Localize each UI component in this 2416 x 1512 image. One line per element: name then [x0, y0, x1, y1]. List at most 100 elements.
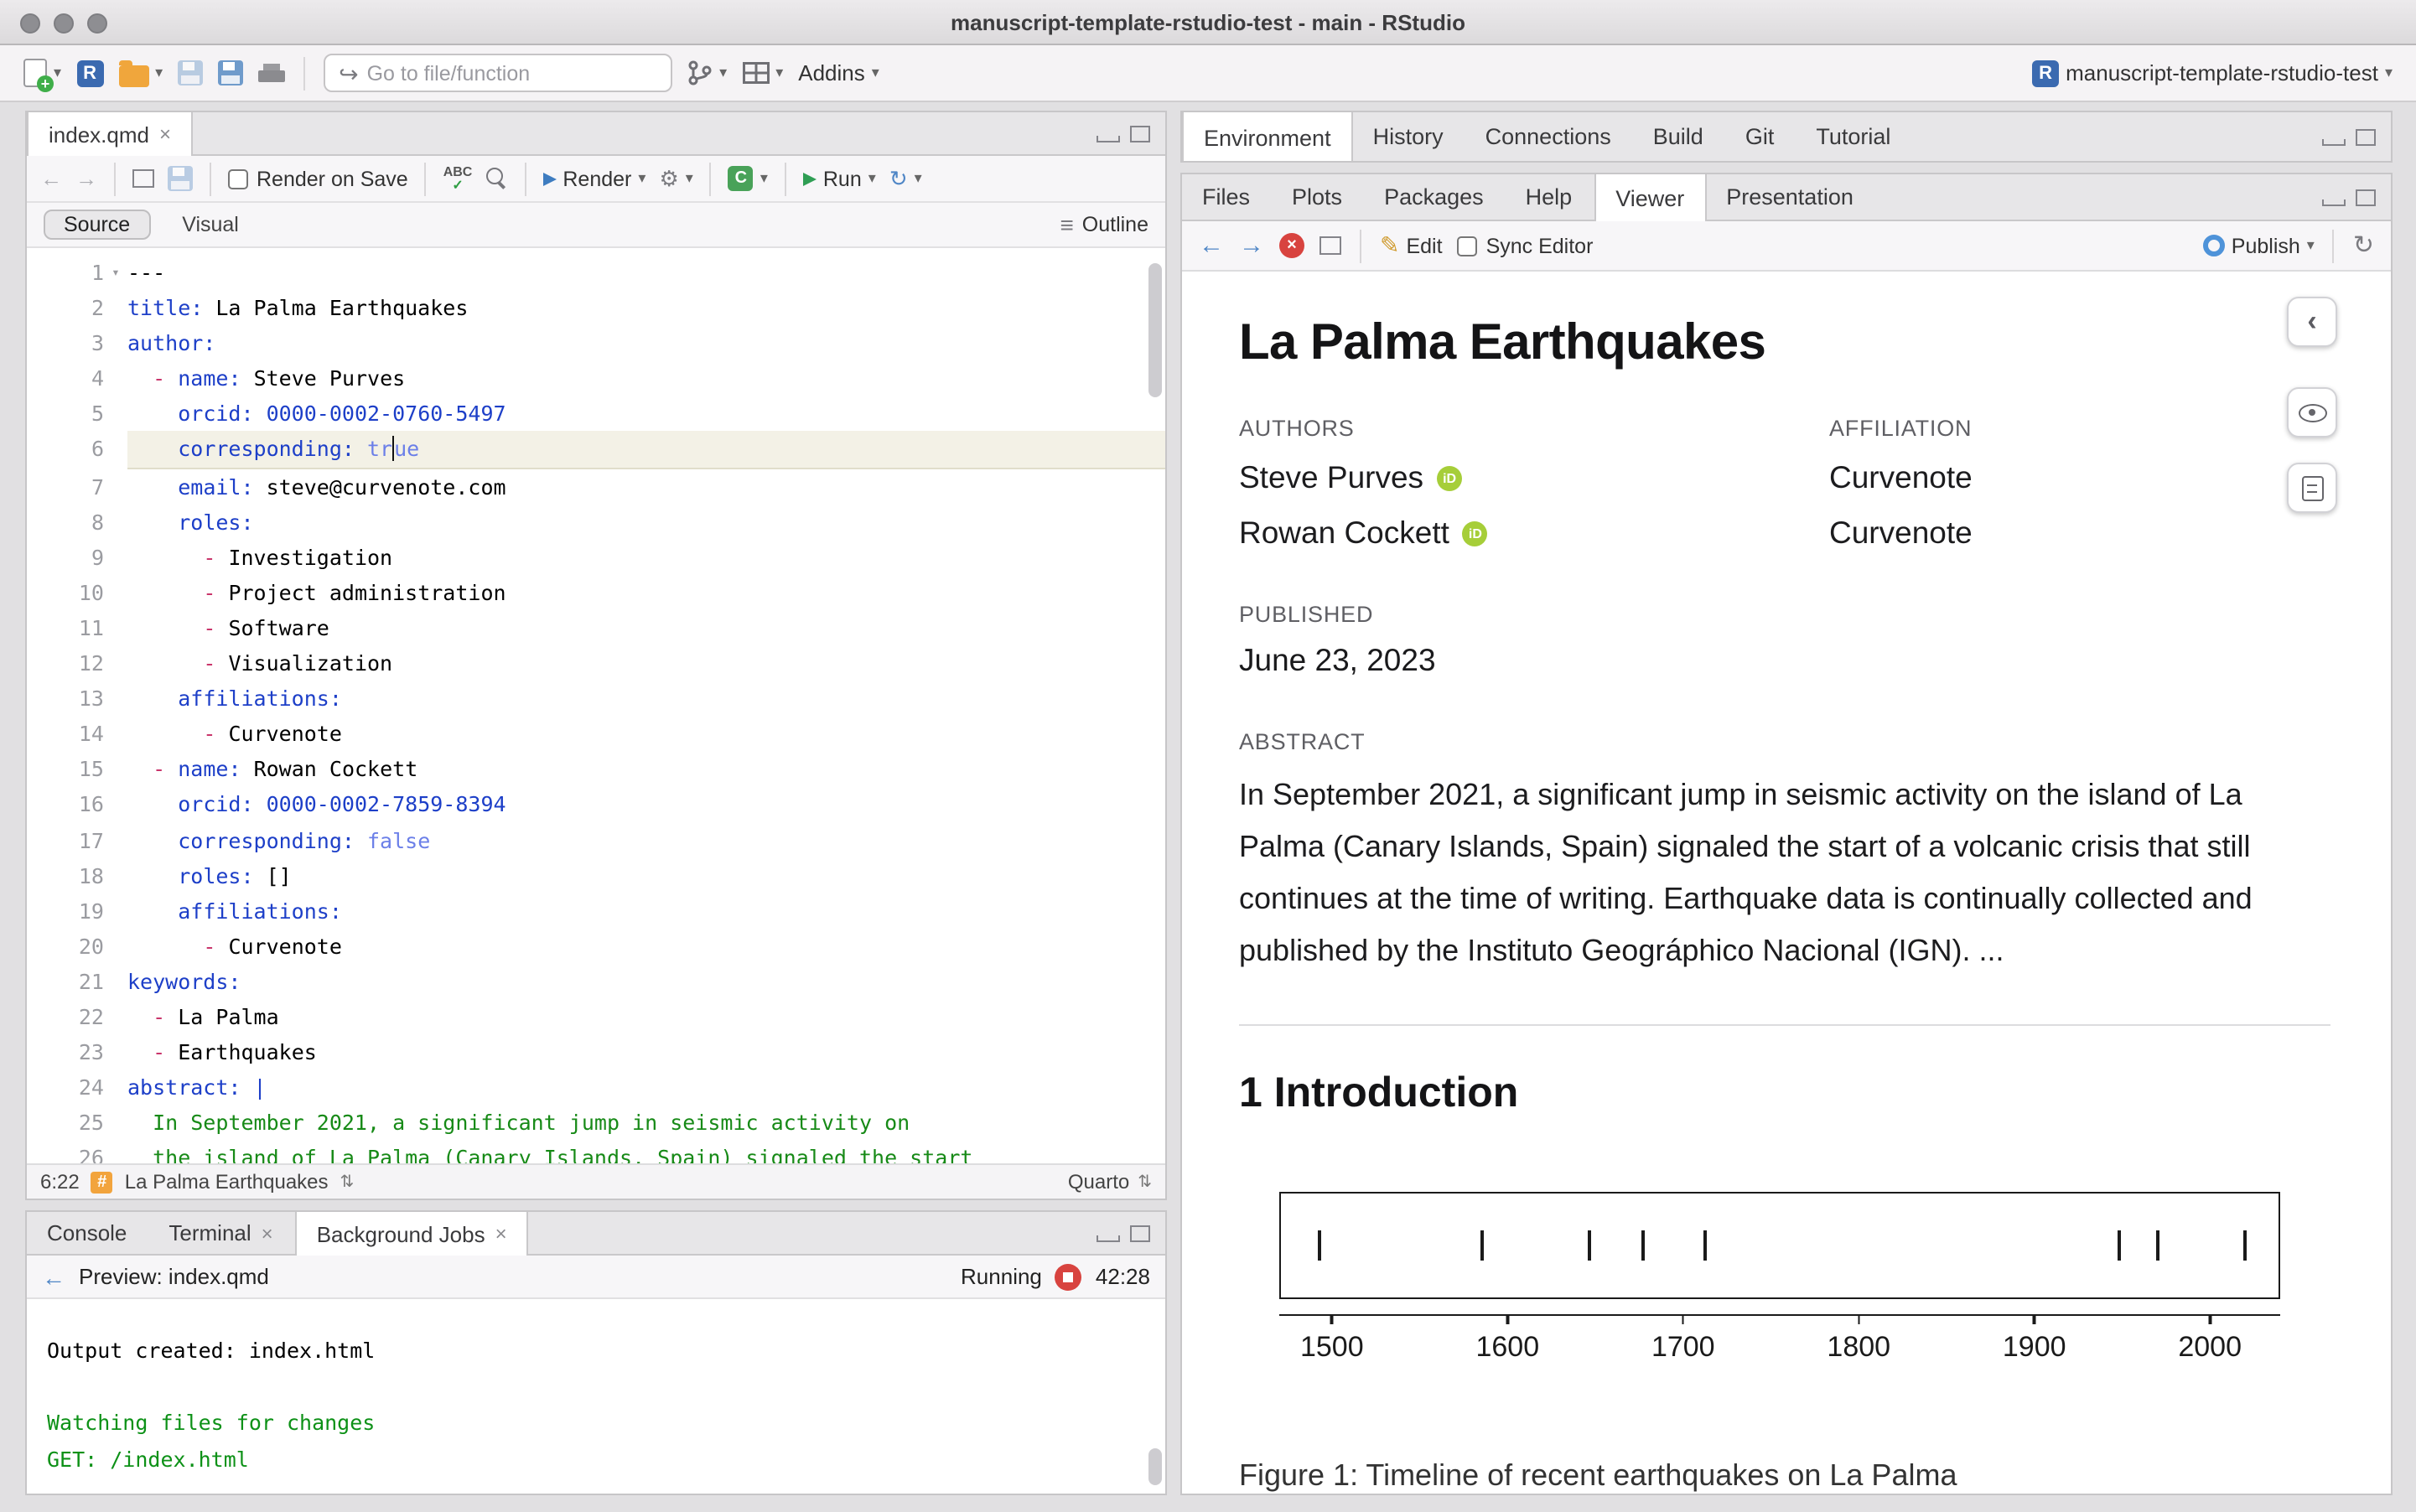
- editor-line[interactable]: 23 - Earthquakes: [27, 1034, 1165, 1070]
- console-scrollbar[interactable]: [1148, 1448, 1162, 1485]
- rerun-button[interactable]: ↻ ▾: [889, 168, 922, 189]
- close-tab-icon[interactable]: ×: [159, 122, 171, 146]
- panes-layout-button[interactable]: ▾: [742, 62, 783, 84]
- editor-line[interactable]: 8 roles:: [27, 504, 1165, 540]
- collapse-panel-button[interactable]: ‹: [2287, 297, 2337, 347]
- refresh-icon[interactable]: ↻: [2353, 233, 2374, 258]
- back-icon[interactable]: ←: [42, 1265, 65, 1288]
- editor-line[interactable]: 20 - Curvenote: [27, 928, 1165, 964]
- zoom-button[interactable]: [87, 13, 107, 33]
- print-icon[interactable]: [258, 63, 286, 86]
- editor-line[interactable]: 10 - Project administration: [27, 574, 1165, 610]
- new-file-button[interactable]: ▾: [23, 59, 61, 92]
- editor-line[interactable]: 25 In September 2021, a significant jump…: [27, 1105, 1165, 1141]
- minimize-button[interactable]: [54, 13, 74, 33]
- caret-down-icon[interactable]: ▾: [868, 170, 876, 186]
- tab-packages[interactable]: Packages: [1364, 174, 1506, 220]
- editor-line[interactable]: 22 - La Palma: [27, 998, 1165, 1035]
- editor-line[interactable]: 14 - Curvenote: [27, 716, 1165, 752]
- new-project-icon[interactable]: R: [76, 60, 104, 86]
- editor-line[interactable]: 1 ▾ ---: [27, 255, 1165, 291]
- tab-presentation[interactable]: Presentation: [1706, 174, 1875, 220]
- open-in-new-window-icon[interactable]: [1319, 236, 1341, 255]
- updown-icon[interactable]: ⇅: [340, 1173, 355, 1191]
- tab-files[interactable]: Files: [1182, 174, 1272, 220]
- clear-viewer-icon[interactable]: ×: [1279, 233, 1304, 258]
- save-icon[interactable]: [168, 166, 193, 191]
- editor-line[interactable]: 26 the island of La Palma (Canary Island…: [27, 1140, 1165, 1163]
- goto-file-input[interactable]: [366, 61, 658, 85]
- popout-icon[interactable]: [132, 169, 154, 188]
- editor-line[interactable]: 3 author:: [27, 325, 1165, 361]
- publish-button[interactable]: Publish ▾: [2202, 234, 2315, 257]
- back-icon[interactable]: ←: [40, 168, 62, 189]
- render-button[interactable]: Render ▾: [542, 167, 645, 190]
- run-button[interactable]: Run ▾: [802, 167, 876, 190]
- source-mode-button[interactable]: Source: [44, 210, 151, 240]
- editor-line[interactable]: 7 email: steve@curvenote.com: [27, 469, 1165, 505]
- sync-editor-checkbox[interactable]: Sync Editor: [1457, 234, 1593, 257]
- render-on-save-input[interactable]: [228, 168, 248, 189]
- save-all-icon[interactable]: [218, 60, 244, 85]
- caret-down-icon[interactable]: ▾: [54, 65, 61, 80]
- minimize-pane-icon[interactable]: [2322, 189, 2346, 205]
- tab-build[interactable]: Build: [1633, 112, 1725, 161]
- editor-line[interactable]: 4 - name: Steve Purves: [27, 360, 1165, 396]
- editor-line[interactable]: 21 keywords:: [27, 963, 1165, 999]
- maximize-pane-icon[interactable]: [1130, 125, 1150, 142]
- tab-viewer[interactable]: Viewer: [1594, 174, 1707, 221]
- close-tab-icon[interactable]: ×: [495, 1222, 507, 1245]
- tab-environment[interactable]: Environment: [1182, 112, 1353, 161]
- editor-line[interactable]: 12 - Visualization: [27, 645, 1165, 681]
- maximize-pane-icon[interactable]: [1130, 1225, 1150, 1241]
- editor-line[interactable]: 2 title: La Palma Earthquakes: [27, 290, 1165, 326]
- editor-line[interactable]: 19 affiliations:: [27, 893, 1165, 929]
- editor-line[interactable]: 9 - Investigation: [27, 539, 1165, 575]
- tab-tutorial[interactable]: Tutorial: [1796, 112, 1912, 161]
- tab-terminal[interactable]: Terminal ×: [148, 1212, 294, 1254]
- editor-line[interactable]: 6 corresponding: tr ue: [27, 431, 1165, 469]
- spellcheck-icon[interactable]: ABC ✓: [443, 164, 473, 192]
- editor-line[interactable]: 16 orcid: 0000-0002-7859-8394: [27, 786, 1165, 822]
- save-icon[interactable]: [178, 60, 204, 85]
- orcid-icon[interactable]: iD: [1462, 520, 1488, 546]
- caret-down-icon[interactable]: ▾: [2307, 237, 2315, 253]
- editor-line[interactable]: 13 affiliations:: [27, 681, 1165, 717]
- close-button[interactable]: [20, 13, 40, 33]
- editor-scrollbar[interactable]: [1148, 263, 1162, 397]
- job-output[interactable]: Output created: index.html Watching file…: [27, 1299, 1165, 1477]
- stop-job-icon[interactable]: [1055, 1263, 1082, 1290]
- editor-line[interactable]: 5 orcid: 0000-0002-0760-5497: [27, 396, 1165, 432]
- tab-plots[interactable]: Plots: [1272, 174, 1364, 220]
- orcid-icon[interactable]: iD: [1437, 465, 1463, 490]
- addins-menu[interactable]: Addins ▾: [798, 60, 879, 85]
- minimize-pane-icon[interactable]: [1097, 125, 1120, 142]
- caret-down-icon[interactable]: ▾: [686, 170, 693, 186]
- editor-line[interactable]: 24 abstract: |: [27, 1069, 1165, 1106]
- editor-line[interactable]: 15 - name: Rowan Cockett: [27, 751, 1165, 787]
- render-on-save-checkbox[interactable]: Render on Save: [228, 167, 408, 190]
- project-selector[interactable]: R manuscript-template-rstudio-test ▾: [2032, 60, 2393, 86]
- minimize-pane-icon[interactable]: [1097, 1225, 1120, 1241]
- forward-icon[interactable]: →: [75, 168, 97, 189]
- caret-down-icon[interactable]: ▾: [775, 65, 783, 80]
- language-selector[interactable]: Quarto ⇅: [1068, 1170, 1152, 1194]
- search-icon[interactable]: [485, 168, 507, 189]
- version-control-button[interactable]: ▾: [687, 60, 727, 85]
- edit-button[interactable]: ✎ Edit: [1380, 231, 1443, 260]
- editor-line[interactable]: 18 roles: []: [27, 857, 1165, 893]
- visual-mode-button[interactable]: Visual: [163, 211, 257, 238]
- tab-console[interactable]: Console: [27, 1212, 148, 1254]
- render-settings-button[interactable]: ⚙ ▾: [659, 168, 692, 189]
- tab-history[interactable]: History: [1353, 112, 1465, 161]
- tab-connections[interactable]: Connections: [1465, 112, 1633, 161]
- caret-down-icon[interactable]: ▾: [155, 65, 163, 80]
- maximize-pane-icon[interactable]: [2356, 128, 2376, 145]
- forward-icon[interactable]: →: [1239, 233, 1264, 258]
- tab-background-jobs[interactable]: Background Jobs ×: [294, 1212, 529, 1256]
- goto-file-search[interactable]: ↪: [324, 54, 673, 92]
- caret-down-icon[interactable]: ▾: [719, 65, 727, 80]
- close-tab-icon[interactable]: ×: [262, 1221, 273, 1245]
- open-file-button[interactable]: ▾: [118, 60, 163, 86]
- back-icon[interactable]: ←: [1199, 233, 1224, 258]
